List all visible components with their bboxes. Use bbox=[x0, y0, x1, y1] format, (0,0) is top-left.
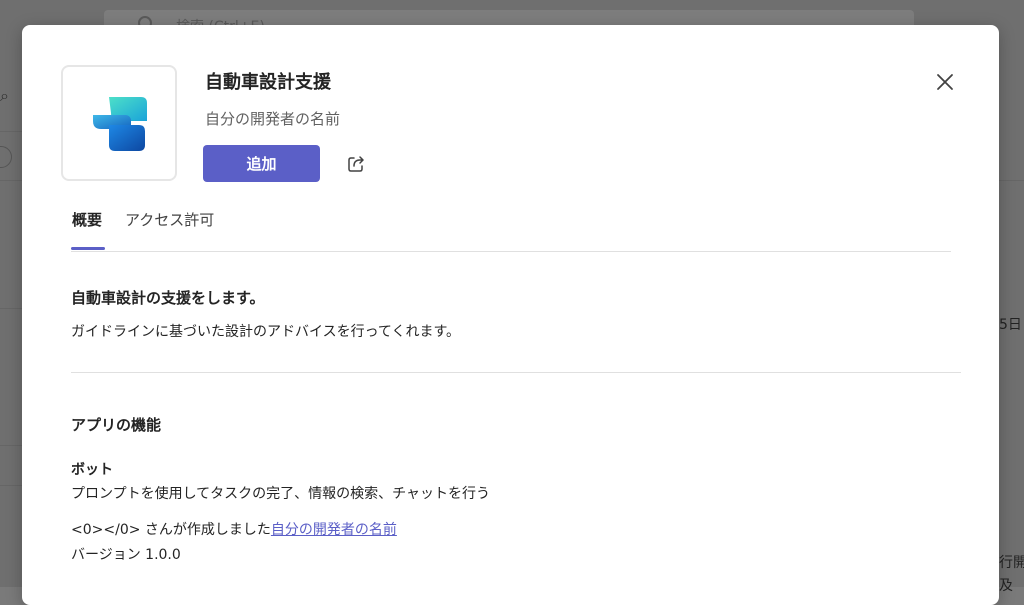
tab-permissions[interactable]: アクセス許可 bbox=[125, 209, 214, 230]
app-developer-name: 自分の開発者の名前 bbox=[205, 110, 341, 128]
background-text-fragment: 5日 bbox=[999, 317, 1022, 333]
background-divider bbox=[0, 485, 22, 486]
developer-link[interactable]: 自分の開発者の名前 bbox=[271, 522, 397, 538]
background-divider bbox=[0, 131, 22, 132]
background-text-fragment: 行開 bbox=[999, 555, 1024, 571]
background-search-icon-left: ⌕ bbox=[0, 86, 9, 105]
tab-overview[interactable]: 概要 bbox=[72, 209, 102, 230]
close-button[interactable] bbox=[932, 69, 958, 95]
background-text-fragment: 及 bbox=[999, 578, 1013, 594]
description-body: ガイドラインに基づいた設計のアドバイスを行ってくれます。 bbox=[71, 324, 461, 340]
created-by-line: <0></0> さんが作成しました自分の開発者の名前 bbox=[71, 519, 397, 539]
bot-feature-title: ボット bbox=[71, 462, 113, 478]
background-divider bbox=[0, 180, 22, 181]
tab-bar: 概要 アクセス許可 bbox=[71, 205, 951, 252]
created-by-prefix: <0></0> さんが作成しました bbox=[71, 522, 271, 538]
close-icon bbox=[937, 74, 953, 90]
copilot-studio-icon bbox=[93, 97, 147, 151]
section-divider bbox=[71, 372, 961, 373]
app-title: 自動車設計支援 bbox=[205, 72, 331, 93]
bot-feature-description: プロンプトを使用してタスクの完了、情報の検索、チャットを行う bbox=[71, 486, 491, 502]
share-button[interactable] bbox=[344, 152, 368, 176]
background-divider bbox=[0, 445, 22, 446]
features-heading: アプリの機能 bbox=[71, 416, 162, 434]
background-divider bbox=[999, 180, 1024, 181]
add-button[interactable]: 追加 bbox=[203, 145, 320, 182]
app-icon-tile bbox=[61, 65, 177, 181]
description-heading: 自動車設計の支援をします。 bbox=[71, 289, 265, 307]
background-divider bbox=[0, 308, 22, 309]
app-details-dialog: 自動車設計支援 自分の開発者の名前 追加 概要 アクセス許可 自動車設計の支援を… bbox=[22, 25, 999, 605]
share-icon bbox=[348, 156, 364, 172]
active-tab-indicator bbox=[71, 247, 105, 250]
version-text: バージョン 1.0.0 bbox=[71, 547, 181, 563]
